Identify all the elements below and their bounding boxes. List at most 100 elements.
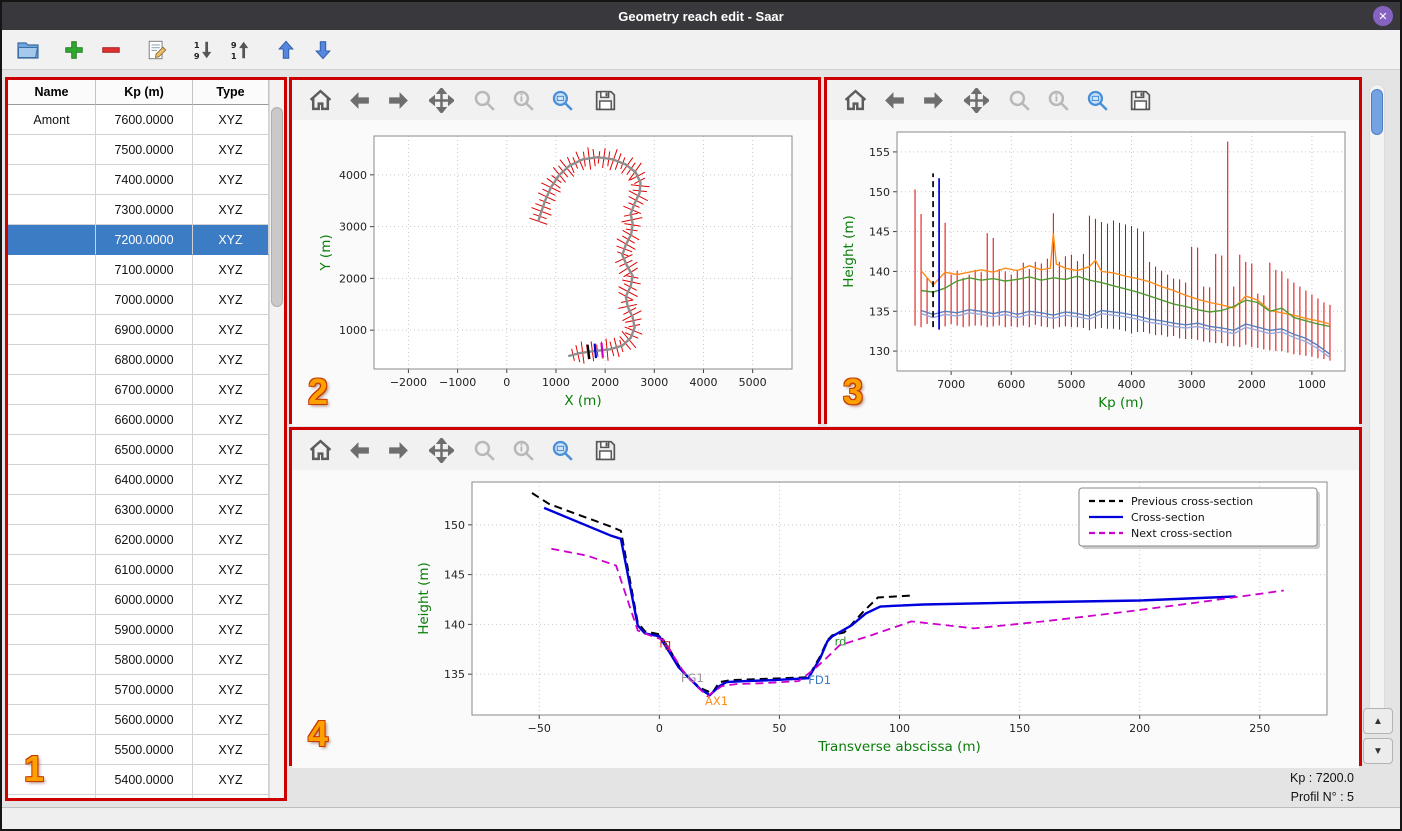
table-row[interactable]: 5900.0000 XYZ [8, 615, 284, 645]
table-row[interactable]: 6900.0000 XYZ [8, 315, 284, 345]
table-row[interactable]: 5300.0000XYZ [8, 795, 284, 798]
zoom-rect-button[interactable] [548, 86, 576, 114]
kp-cell: 6100.0000 [96, 555, 193, 585]
save-button[interactable] [1126, 86, 1154, 114]
type-cell: XYZ [193, 345, 269, 375]
sort-ascending-button[interactable]: 19 [189, 36, 217, 64]
table-row[interactable]: 5600.0000 XYZ [8, 705, 284, 735]
svg-text:50: 50 [772, 722, 786, 735]
move-down-button[interactable] [309, 36, 337, 64]
cross-section-figure[interactable]: −50 0 50 100 150 200 250 135 140 145 150 Transverse… [292, 470, 1359, 768]
forward-button[interactable] [384, 436, 412, 464]
svg-text:rg: rg [659, 636, 671, 650]
type-cell: XYZ [193, 285, 269, 315]
zoom-rect-button[interactable] [1083, 86, 1111, 114]
svg-text:140: 140 [869, 265, 890, 278]
table-row[interactable]: 7000.0000 XYZ [8, 285, 284, 315]
kp-cell: 7200.0000 [96, 225, 193, 255]
svg-text:135: 135 [444, 668, 465, 681]
svg-text:3000: 3000 [339, 221, 367, 234]
pan-button[interactable] [427, 86, 455, 114]
table-row[interactable]: 5700.0000 XYZ [8, 675, 284, 705]
name-cell [8, 375, 96, 405]
table-row[interactable]: 6600.0000 XYZ [8, 405, 284, 435]
svg-text:0: 0 [656, 722, 663, 735]
table-row[interactable]: 6200.0000 XYZ [8, 525, 284, 555]
name-cell [8, 525, 96, 555]
forward-button[interactable] [919, 86, 947, 114]
type-cell: XYZ [193, 435, 269, 465]
zoom-rect-button[interactable] [548, 436, 576, 464]
zoom-info-button[interactable] [1044, 86, 1072, 114]
table-row[interactable]: 7500.0000 XYZ [8, 135, 284, 165]
table-row[interactable]: 6300.0000 XYZ [8, 495, 284, 525]
zoom-button[interactable] [470, 436, 498, 464]
zoom-button[interactable] [1005, 86, 1033, 114]
table-row[interactable]: 6000.0000 XYZ [8, 585, 284, 615]
svg-text:3000: 3000 [640, 376, 668, 389]
table-row[interactable]: 6500.0000 XYZ [8, 435, 284, 465]
save-button[interactable] [591, 436, 619, 464]
close-button[interactable]: ✕ [1373, 6, 1393, 26]
home-button[interactable] [841, 86, 869, 114]
table-row[interactable]: 5400.0000 XYZ [8, 765, 284, 795]
table-row[interactable]: Amont 7600.0000 XYZ [8, 105, 284, 135]
type-cell: XYZ [193, 645, 269, 675]
table-row[interactable]: 7400.0000 XYZ [8, 165, 284, 195]
svg-text:Cross-section: Cross-section [1131, 511, 1205, 524]
home-button[interactable] [306, 86, 334, 114]
svg-text:1: 1 [194, 40, 200, 50]
svg-text:2000: 2000 [591, 376, 619, 389]
remove-button[interactable] [97, 36, 125, 64]
table-row[interactable]: 7300.0000 XYZ [8, 195, 284, 225]
down-triangle-icon: ▼ [1373, 745, 1383, 757]
type-cell: XYZ [193, 255, 269, 285]
type-cell: XYZ [193, 765, 269, 795]
name-cell [8, 405, 96, 435]
svg-text:250: 250 [1249, 722, 1270, 735]
name-cell [8, 195, 96, 225]
table-row[interactable]: 5500.0000 XYZ [8, 735, 284, 765]
type-cell: XYZ [193, 225, 269, 255]
pan-button[interactable] [962, 86, 990, 114]
table-row[interactable]: 6700.0000 XYZ [8, 375, 284, 405]
table-row[interactable]: 7100.0000 XYZ [8, 255, 284, 285]
longitudinal-figure[interactable]: 7000 6000 5000 4000 3000 2000 1000 130 135 140 145… [827, 120, 1359, 426]
move-up-button[interactable] [272, 36, 300, 64]
zoom-button[interactable] [470, 86, 498, 114]
profile-up-button[interactable]: ▲ [1363, 708, 1393, 734]
table-scrollbar-thumb[interactable] [271, 107, 283, 307]
pan-button[interactable] [427, 436, 455, 464]
panel-number-3: 3 [843, 371, 864, 412]
table-header: Name Kp (m) Type [8, 80, 284, 105]
open-folder-button[interactable] [14, 36, 42, 64]
back-button[interactable] [345, 86, 373, 114]
edit-button[interactable] [143, 36, 171, 64]
type-cell: XYZ [193, 675, 269, 705]
zoom-info-button[interactable] [509, 436, 537, 464]
profile-scrollbar-thumb[interactable] [1371, 89, 1383, 135]
add-button[interactable] [60, 36, 88, 64]
table-row[interactable]: 7200.0000 XYZ [8, 225, 284, 255]
back-button[interactable] [880, 86, 908, 114]
home-button[interactable] [306, 436, 334, 464]
back-button[interactable] [345, 436, 373, 464]
table-row[interactable]: 6800.0000 XYZ [8, 345, 284, 375]
column-header: Kp (m) [96, 80, 193, 105]
title-bar[interactable]: Geometry reach edit - Saar ✕ [2, 2, 1400, 30]
sort-descending-button[interactable]: 91 [226, 36, 254, 64]
svg-text:rd: rd [835, 634, 847, 648]
forward-button[interactable] [384, 86, 412, 114]
current-profile-info: Kp : 7200.0 Profil N° : 5 [1134, 769, 1354, 808]
table-row[interactable]: 6400.0000 XYZ [8, 465, 284, 495]
kp-cell: 5800.0000 [96, 645, 193, 675]
zoom-info-button[interactable] [509, 86, 537, 114]
profile-down-button[interactable]: ▼ [1363, 738, 1393, 764]
profile-scrollbar[interactable] [1369, 84, 1385, 724]
table-scrollbar[interactable] [269, 80, 284, 798]
table-row[interactable]: 5800.0000 XYZ [8, 645, 284, 675]
table-row[interactable]: 6100.0000 XYZ [8, 555, 284, 585]
plan-view-figure[interactable]: −2000 −1000 0 1000 2000 3000 4000 5000 1000 2000 3… [292, 120, 818, 426]
save-button[interactable] [591, 86, 619, 114]
kp-cell: 7000.0000 [96, 285, 193, 315]
